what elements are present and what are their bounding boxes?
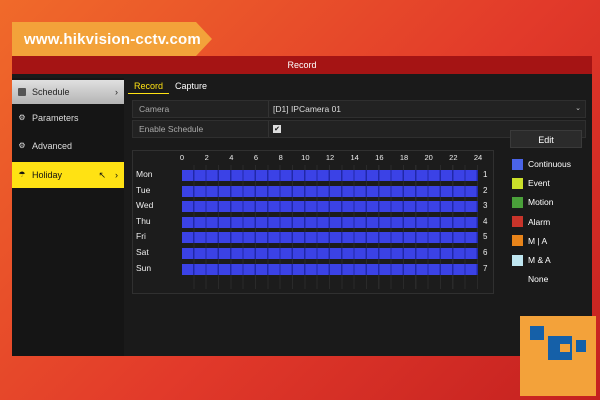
chevron-down-icon[interactable]: ⌄	[575, 104, 581, 112]
hour-tick-label: 16	[375, 153, 384, 162]
legend-item[interactable]: M & A	[512, 254, 551, 266]
hour-tick-label: 4	[229, 153, 234, 162]
hour-tick-label: 18	[399, 153, 409, 162]
row-copy-number[interactable]: 6	[483, 248, 487, 257]
cursor-icon: ↖	[98, 169, 106, 180]
legend-label: None	[528, 274, 549, 285]
legend-swatch	[512, 273, 523, 285]
row-divider	[268, 121, 269, 137]
legend-swatch	[512, 235, 523, 247]
schedule-bar[interactable]	[182, 201, 478, 213]
sidebar-item-label: Holiday	[32, 170, 63, 180]
chevron-right-icon: ›	[115, 87, 118, 97]
main-panel: Record Capture Camera [D1] IPCamera 01 ⌄…	[128, 78, 592, 356]
camera-select[interactable]: [D1] IPCamera 01	[273, 104, 341, 114]
window-titlebar: Record	[12, 56, 592, 74]
sidebar-item-holiday[interactable]: ☂ Holiday ↖ ›	[12, 162, 124, 188]
record-window: Record Schedule › ⚙ Parameters ⚙ Advance…	[12, 56, 592, 356]
row-copy-number[interactable]: 1	[483, 170, 487, 179]
legend-swatch	[512, 254, 523, 266]
legend-item[interactable]: M | A	[512, 235, 547, 247]
row-copy-number[interactable]: 7	[483, 264, 487, 273]
enable-schedule-label: Enable Schedule	[139, 124, 204, 134]
legend-swatch	[512, 177, 523, 189]
row-copy-number[interactable]: 4	[483, 217, 487, 226]
schedule-bar[interactable]	[182, 216, 478, 228]
day-label: Wed	[136, 200, 154, 211]
sidebar-item-advanced[interactable]: ⚙ Advanced	[12, 134, 124, 158]
legend-item[interactable]: Continuous	[512, 158, 571, 170]
hour-tick-label: 14	[350, 153, 359, 162]
row-copy-number[interactable]: 5	[483, 232, 487, 241]
legend-item[interactable]: Motion	[512, 196, 554, 208]
edit-button[interactable]: Edit	[510, 130, 582, 148]
schedule-grid[interactable]: 0 2 4 6 8 10 12 14 16 18 20 22 24 Mon 1 Tue 2 Wed 3 Thu 4 Fr…	[132, 150, 494, 294]
legend-label: Motion	[528, 197, 554, 208]
sidebar-item-schedule[interactable]: Schedule ›	[12, 80, 124, 104]
schedule-bar[interactable]	[182, 263, 478, 275]
legend-label: M | A	[528, 235, 548, 246]
legend-swatch	[512, 216, 523, 228]
schedule-bar[interactable]	[182, 248, 478, 259]
day-label: Sat	[136, 247, 149, 257]
hour-tick-label: 10	[301, 153, 310, 162]
legend-swatch	[512, 196, 523, 208]
sidebar-item-label: Advanced	[32, 141, 73, 151]
hour-tick-label: 2	[204, 153, 209, 162]
hour-tick-label: 24	[473, 153, 483, 162]
day-label: Thu	[136, 215, 151, 226]
hour-tick-label: 6	[253, 153, 259, 162]
legend-swatch	[512, 158, 523, 170]
window-title: Record	[287, 60, 317, 70]
legend-label: Alarm	[528, 216, 551, 227]
umbrella-icon: ☂	[18, 170, 26, 179]
hour-tick-label: 0	[179, 153, 185, 162]
sidebar-item-parameters[interactable]: ⚙ Parameters	[12, 106, 124, 130]
day-label: Tue	[136, 184, 151, 195]
camera-label: Camera	[139, 104, 170, 114]
row-copy-number[interactable]: 2	[483, 186, 487, 195]
hour-tick-label: 22	[449, 153, 458, 162]
camera-row: Camera [D1] IPCamera 01 ⌄	[132, 100, 586, 118]
company-logo	[520, 316, 596, 396]
schedule-bar[interactable]	[182, 232, 478, 244]
tab-record[interactable]: Record	[128, 78, 170, 94]
sidebar: Schedule › ⚙ Parameters ⚙ Advanced ☂ Hol…	[12, 78, 124, 356]
schedule-bar[interactable]	[182, 185, 478, 197]
website-banner: www.hikvision-cctv.com	[12, 22, 212, 56]
legend-label: Event	[528, 178, 550, 189]
banner-url: www.hikvision-cctv.com	[24, 30, 201, 48]
schedule-bar[interactable]	[182, 170, 478, 181]
day-label: Sun	[136, 262, 152, 273]
tab-capture[interactable]: Capture	[169, 78, 213, 94]
gear-icon: ⚙	[18, 113, 26, 122]
row-copy-number[interactable]: 3	[483, 201, 487, 210]
row-divider	[268, 101, 269, 117]
hour-tick-label: 20	[424, 153, 433, 162]
legend-item[interactable]: Event	[512, 177, 550, 189]
sidebar-item-label: Schedule	[32, 87, 70, 97]
legend-item[interactable]: Alarm	[512, 216, 550, 228]
day-label: Mon	[136, 169, 153, 179]
enable-schedule-checkbox[interactable]: ✔	[273, 125, 281, 133]
advanced-gear-icon: ⚙	[18, 141, 26, 150]
chevron-right-icon: ›	[115, 170, 118, 180]
day-label: Fri	[136, 231, 146, 242]
hour-tick-label: 12	[325, 153, 335, 162]
sidebar-item-label: Parameters	[32, 113, 79, 123]
legend-label: Continuous	[528, 159, 572, 169]
tab-bar: Record Capture	[128, 78, 213, 94]
hour-tick-label: 8	[278, 153, 283, 162]
legend-item[interactable]: None	[512, 273, 548, 285]
calendar-icon	[18, 88, 26, 96]
legend-label: M & A	[528, 255, 551, 265]
